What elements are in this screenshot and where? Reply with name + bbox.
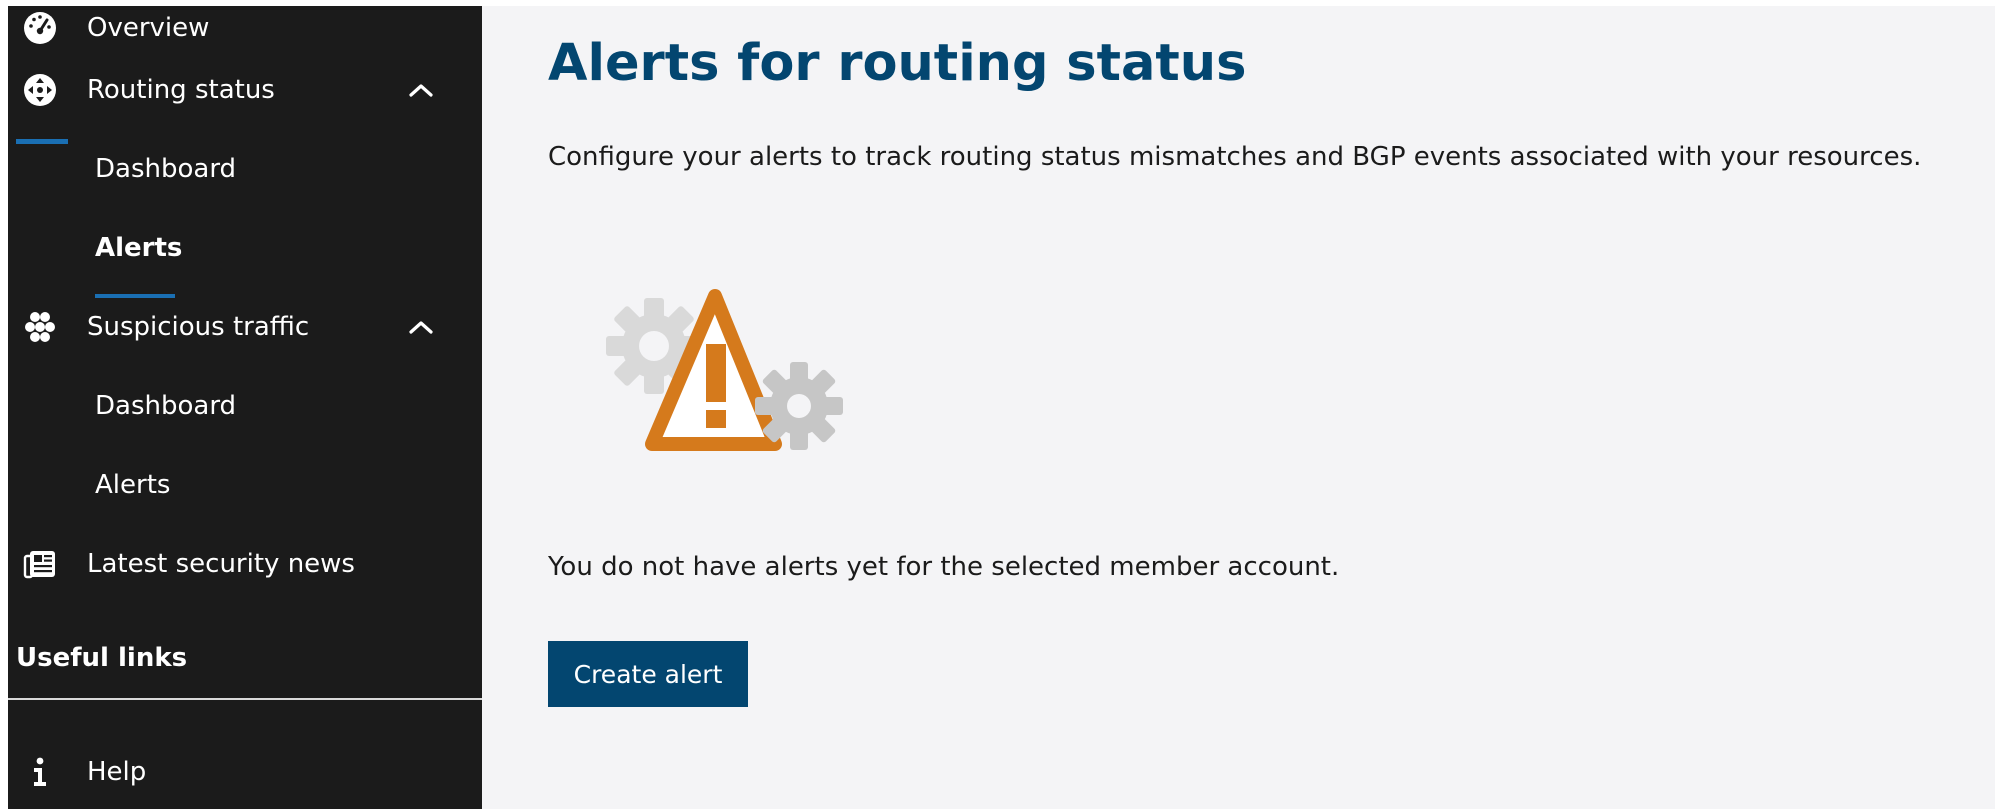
sidebar-item-help[interactable]: Help [8,742,482,802]
info-icon [22,754,58,790]
sidebar-subitem-routing-dashboard[interactable]: Dashboard [8,139,482,199]
sidebar-subitem-label: Dashboard [95,391,237,421]
sidebar-subitem-label: Dashboard [95,154,237,184]
sidebar-subitem-label: Alerts [95,233,183,263]
hexagon-cluster-icon [22,309,58,345]
sidebar-subitem-suspicious-alerts[interactable]: Alerts [8,455,482,515]
sidebar-divider [8,698,482,700]
sidebar-item-suspicious-traffic[interactable]: Suspicious traffic [8,297,482,357]
gear-icon [755,362,843,450]
routing-arrows-icon [22,72,58,108]
chevron-up-icon[interactable] [406,312,436,342]
sidebar-item-routing-status[interactable]: Routing status [8,60,482,120]
main-content: Alerts for routing status Configure your… [482,6,1995,809]
newspaper-icon [22,546,58,582]
sidebar-item-label: Suspicious traffic [87,312,310,342]
sidebar: Overview Routing status Dashboard Alerts… [8,6,482,809]
create-alert-button[interactable]: Create alert [548,641,748,707]
useful-links-heading: Useful links [16,643,188,673]
sidebar-item-label: Overview [87,13,210,43]
sidebar-item-label: Latest security news [87,549,355,579]
sidebar-item-label: Routing status [87,75,275,105]
sidebar-item-overview[interactable]: Overview [8,0,482,58]
app-window: Overview Routing status Dashboard Alerts… [8,6,1995,809]
sidebar-subitem-suspicious-dashboard[interactable]: Dashboard [8,376,482,436]
dashboard-gauge-icon [22,10,58,46]
sidebar-subitem-label: Alerts [95,470,171,500]
chevron-up-icon[interactable] [406,75,436,105]
sidebar-item-label: Help [87,757,147,787]
sidebar-item-latest-security-news[interactable]: Latest security news [8,534,482,594]
warning-gears-illustration [602,276,872,466]
page-title: Alerts for routing status [548,34,1247,93]
page-description: Configure your alerts to track routing s… [548,142,1922,172]
empty-state-message: You do not have alerts yet for the selec… [548,552,1340,582]
sidebar-subitem-routing-alerts[interactable]: Alerts [8,218,482,278]
